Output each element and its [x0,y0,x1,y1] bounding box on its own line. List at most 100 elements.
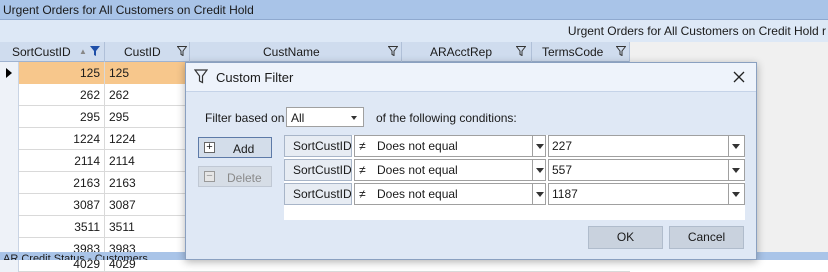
condition-field-button[interactable]: SortCustID [284,159,352,181]
conditions-list: SortCustID ≠ Does not equal 227 SortCust… [284,135,745,220]
column-label: TermsCode [542,45,604,59]
row-indicator[interactable] [0,106,19,128]
dialog-title-bar: Custom Filter [186,63,756,92]
cell-custid[interactable]: 295 [105,106,190,128]
operator-dropdown-button[interactable] [532,160,547,180]
column-header-custid[interactable]: CustID [105,42,190,62]
add-label: Add [233,142,255,156]
cancel-button[interactable]: Cancel [669,226,744,249]
value-dropdown-button[interactable] [728,184,745,204]
row-indicator[interactable] [0,172,19,194]
cell-sortcustid[interactable]: 2114 [19,150,105,172]
column-label: ARAcctRep [430,45,493,59]
condition-operator-select[interactable]: ≠ Does not equal [354,183,546,205]
cell-sortcustid[interactable]: 3511 [19,216,105,238]
filter-icon[interactable] [516,46,526,56]
condition-value-input[interactable]: 227 [548,135,745,157]
cell-custid[interactable]: 1224 [105,128,190,150]
operator-label: Does not equal [377,163,458,177]
cell-sortcustid[interactable]: 2163 [19,172,105,194]
column-header-aracctrep[interactable]: ARAcctRep [402,42,532,62]
filter-icon[interactable] [388,46,398,56]
grid-header: SortCustID ▲ CustID CustName ARAcctRep T… [0,42,630,62]
filter-active-icon[interactable] [90,46,100,56]
column-label: SortCustID [12,45,71,59]
window-title: Urgent Orders for All Customers on Credi… [0,0,828,20]
condition-value: 227 [552,139,573,153]
condition-value-input[interactable]: 557 [548,159,745,181]
cell-custid[interactable]: 3087 [105,194,190,216]
chevron-down-icon [351,116,357,120]
custom-filter-dialog: Custom Filter Filter based on All of the… [185,62,757,260]
not-equal-icon: ≠ [359,163,366,177]
condition-field-button[interactable]: SortCustID [284,135,352,157]
condition-field-button[interactable]: SortCustID [284,183,352,205]
filter-icon[interactable] [177,46,187,56]
condition-value-input[interactable]: 1187 [548,183,745,205]
cell-custid[interactable]: 2163 [105,172,190,194]
cell-custid[interactable]: 2114 [105,150,190,172]
value-dropdown-button[interactable] [728,160,745,180]
value-dropdown-button[interactable] [728,136,745,156]
delete-label: Delete [227,171,262,185]
row-indicator[interactable] [0,216,19,238]
row-indicator[interactable] [0,128,19,150]
chevron-down-icon [732,144,740,149]
close-icon[interactable] [731,69,747,85]
not-equal-icon: ≠ [359,187,366,201]
column-label: CustID [124,45,161,59]
cell-sortcustid[interactable]: 3087 [19,194,105,216]
condition-row: SortCustID ≠ Does not equal 227 [284,135,745,157]
filter-based-on-label: Filter based on [205,111,285,125]
operator-label: Does not equal [377,187,458,201]
ok-button[interactable]: OK [588,226,663,249]
operator-dropdown-button[interactable] [532,136,547,156]
report-header-bar: Urgent Orders for All Customers on Credi… [0,20,828,42]
condition-value: 557 [552,163,573,177]
filter-icon [194,69,208,84]
cell-custid[interactable]: 262 [105,84,190,106]
filter-mode-value: All [291,111,305,125]
column-header-termscode[interactable]: TermsCode [532,42,630,62]
filter-icon[interactable] [616,46,626,56]
cell-sortcustid[interactable]: 4029 [19,258,105,272]
minus-icon: − [204,171,215,182]
chevron-down-icon [536,144,544,149]
condition-operator-select[interactable]: ≠ Does not equal [354,135,546,157]
chevron-down-icon [536,192,544,197]
chevron-down-icon [732,168,740,173]
condition-operator-select[interactable]: ≠ Does not equal [354,159,546,181]
column-label: CustName [263,45,320,59]
sort-asc-icon: ▲ [79,47,87,56]
plus-icon: + [204,142,215,153]
delete-condition-button[interactable]: − Delete [198,166,272,187]
condition-value: 1187 [552,187,578,201]
row-indicator[interactable] [0,258,19,272]
table-row[interactable]: 4029 4029 [0,258,630,272]
cell-sortcustid[interactable]: 125 [19,62,105,84]
row-indicator[interactable] [0,194,19,216]
conditions-label: of the following conditions: [376,111,517,125]
cell-sortcustid[interactable]: 295 [19,106,105,128]
chevron-down-icon [732,192,740,197]
column-header-sortcustid[interactable]: SortCustID ▲ [0,42,105,62]
filter-mode-select[interactable]: All [286,107,364,127]
cell-custid[interactable]: 4029 [105,258,190,272]
condition-row: SortCustID ≠ Does not equal 1187 [284,183,745,205]
row-indicator[interactable] [0,150,19,172]
not-equal-icon: ≠ [359,139,366,153]
operator-label: Does not equal [377,139,458,153]
cell-sortcustid[interactable]: 1224 [19,128,105,150]
operator-dropdown-button[interactable] [532,184,547,204]
condition-row: SortCustID ≠ Does not equal 557 [284,159,745,181]
current-row-arrow-icon [6,68,12,78]
chevron-down-icon [536,168,544,173]
cell-custid[interactable]: 125 [105,62,190,84]
cell-custid[interactable]: 3511 [105,216,190,238]
add-condition-button[interactable]: + Add [198,137,272,158]
row-indicator[interactable] [0,84,19,106]
dialog-title: Custom Filter [216,70,294,85]
cell-sortcustid[interactable]: 262 [19,84,105,106]
row-indicator[interactable] [0,62,19,84]
column-header-custname[interactable]: CustName [190,42,402,62]
